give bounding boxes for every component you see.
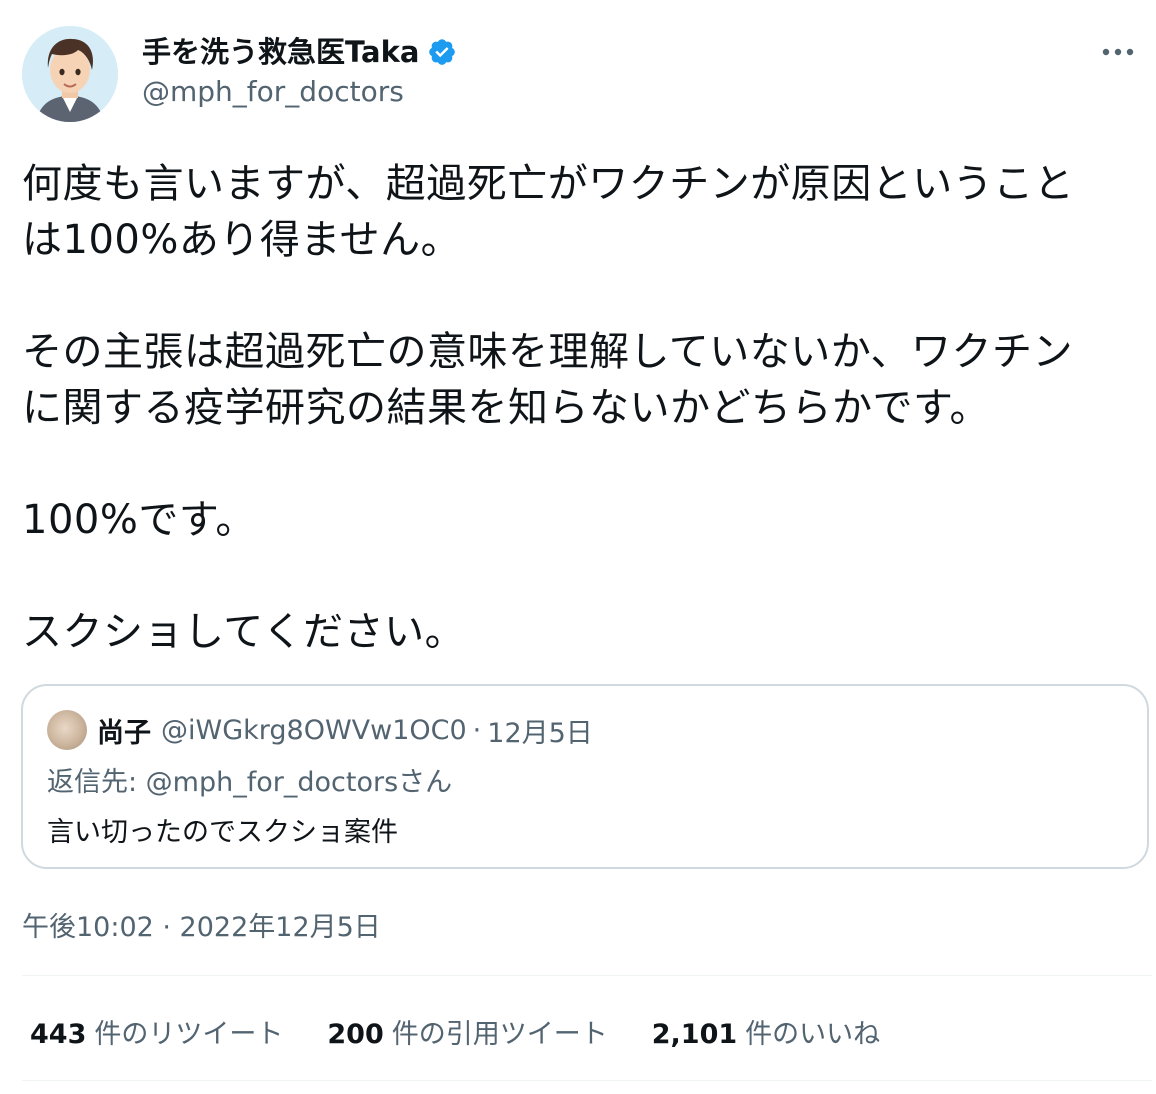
divider [22,1080,1152,1081]
author-name-block: 手を洗う救急医Taka @mph_for_doctors [142,34,457,110]
quoted-author-handle: @iWGkrg8OWVw1OC0 [161,714,467,746]
avatar-illustration [22,26,118,122]
tweet-line: 何度も言いますが、超過死亡がワクチンが原因ということ [22,161,1075,207]
quoted-author-name: 尚子 [97,717,151,749]
quoted-tweet-header: 尚子 @iWGkrg8OWVw1OC0 · 12月5日 [47,710,593,750]
engagement-stats: 443 件のリツイート 200 件の引用ツイート 2,101 件のいいね [30,1012,924,1051]
quote-tweets-count: 200 [327,1019,384,1050]
tweet-line: その主張は超過死亡の意味を理解していないか、ワクチン [22,329,1073,375]
retweets-count: 443 [30,1019,87,1050]
retweets-stat[interactable]: 443 件のリツイート [30,1012,283,1051]
quote-tweets-label: 件の引用ツイート [391,1019,608,1050]
quoted-tweet-text: 言い切ったのでスクショ案件 [47,817,398,848]
likes-label: 件のいいね [745,1019,881,1050]
tweet-timestamp[interactable]: 午後10:02 · 2022年12月5日 [22,905,381,944]
tweet-line: 100%です。 [22,497,256,543]
tweet-line: は100%あり得ません。 [22,217,462,263]
quoted-author-avatar [47,710,87,750]
more-options-icon[interactable] [1098,40,1138,64]
quote-tweets-stat[interactable]: 200 件の引用ツイート [327,1012,607,1051]
quoted-tweet-date: 12月5日 [487,717,593,749]
tweet-line: スクショしてください。 [22,609,466,655]
author-handle[interactable]: @mph_for_doctors [142,74,457,110]
likes-stat[interactable]: 2,101 件のいいね [652,1012,880,1051]
divider [22,975,1152,976]
quoted-reply-to: 返信先: @mph_for_doctorsさん [47,767,453,798]
author-avatar[interactable] [22,26,118,122]
tweet-line: に関する疫学研究の結果を知らないかどちらかです。 [22,385,990,431]
retweets-label: 件のリツイート [94,1019,284,1050]
tweet-body: 何度も言いますが、超過死亡がワクチンが原因ということ は100%あり得ません。 … [22,156,1142,660]
quoted-tweet-card[interactable]: 尚子 @iWGkrg8OWVw1OC0 · 12月5日 返信先: @mph_fo… [21,684,1149,869]
verified-badge-icon [429,39,456,65]
quoted-separator-dot: · [472,714,482,746]
author-display-name[interactable]: 手を洗う救急医Taka [142,34,457,70]
tweet-header: 手を洗う救急医Taka @mph_for_doctors [22,26,1142,126]
author-display-name-text: 手を洗う救急医Taka [142,35,420,69]
likes-count: 2,101 [651,1019,738,1050]
